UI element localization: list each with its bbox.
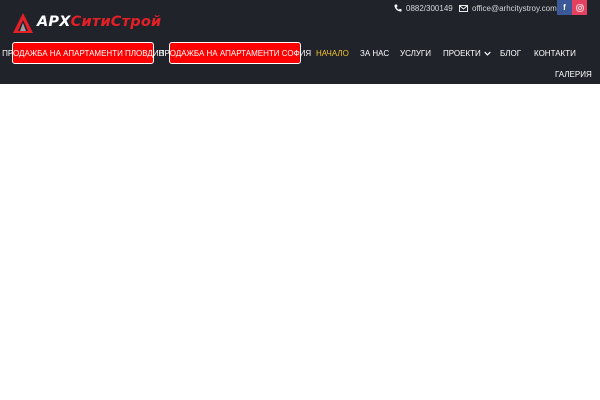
site-header: АРХСитиСтрой 0882/300149 office@arhcitys… — [0, 0, 600, 84]
nav-item-label: ГАЛЕРИЯ — [555, 69, 592, 79]
facebook-icon: f — [563, 3, 566, 12]
nav-item-projects[interactable]: ПРОЕКТИ — [443, 48, 491, 58]
phone-link[interactable]: 0882/300149 — [394, 2, 453, 14]
nav-item-label: КОНТАКТИ — [534, 48, 576, 58]
nav-item-gallery[interactable]: ГАЛЕРИЯ — [555, 69, 592, 79]
instagram-icon — [575, 3, 584, 12]
nav-item-label: НАЧАЛО — [316, 48, 349, 58]
nav-item-blog[interactable]: БЛОГ — [500, 48, 521, 58]
nav-item-about[interactable]: ЗА НАС — [360, 48, 389, 58]
nav-item-label: ПРОЕКТИ — [443, 48, 481, 58]
nav-item-home[interactable]: НАЧАЛО — [316, 48, 349, 58]
email-link[interactable]: office@arhcitystroy.com — [459, 2, 557, 14]
envelope-icon — [459, 4, 468, 12]
logo-text-part1: АРХ — [37, 14, 71, 30]
phone-icon — [394, 4, 402, 12]
nav-item-label: БЛОГ — [500, 48, 522, 58]
instagram-button[interactable] — [572, 0, 587, 15]
phone-number: 0882/300149 — [406, 3, 453, 13]
logo-mark-icon — [13, 13, 33, 33]
nav-item-services[interactable]: УСЛУГИ — [400, 48, 431, 58]
nav-item-label: ЗА НАС — [360, 48, 390, 58]
cta-sofia-button[interactable]: ПРОДАЖБА НА АПАРТАМЕНТИ СОФИЯ — [159, 42, 311, 64]
nav-item-label: УСЛУГИ — [400, 48, 432, 58]
logo-text-part2: СитиСтрой — [70, 14, 162, 30]
logo-text: АРХСитиСтрой — [37, 14, 161, 30]
chevron-down-icon — [484, 51, 491, 56]
facebook-button[interactable]: f — [557, 0, 572, 15]
email-address: office@arhcitystroy.com — [472, 3, 557, 13]
nav-item-contacts[interactable]: КОНТАКТИ — [534, 48, 576, 58]
cta-plovdiv-button[interactable]: ПРОДАЖБА НА АПАРТАМЕНТИ ПЛОВДИВ — [2, 42, 164, 64]
main-content — [0, 84, 600, 400]
